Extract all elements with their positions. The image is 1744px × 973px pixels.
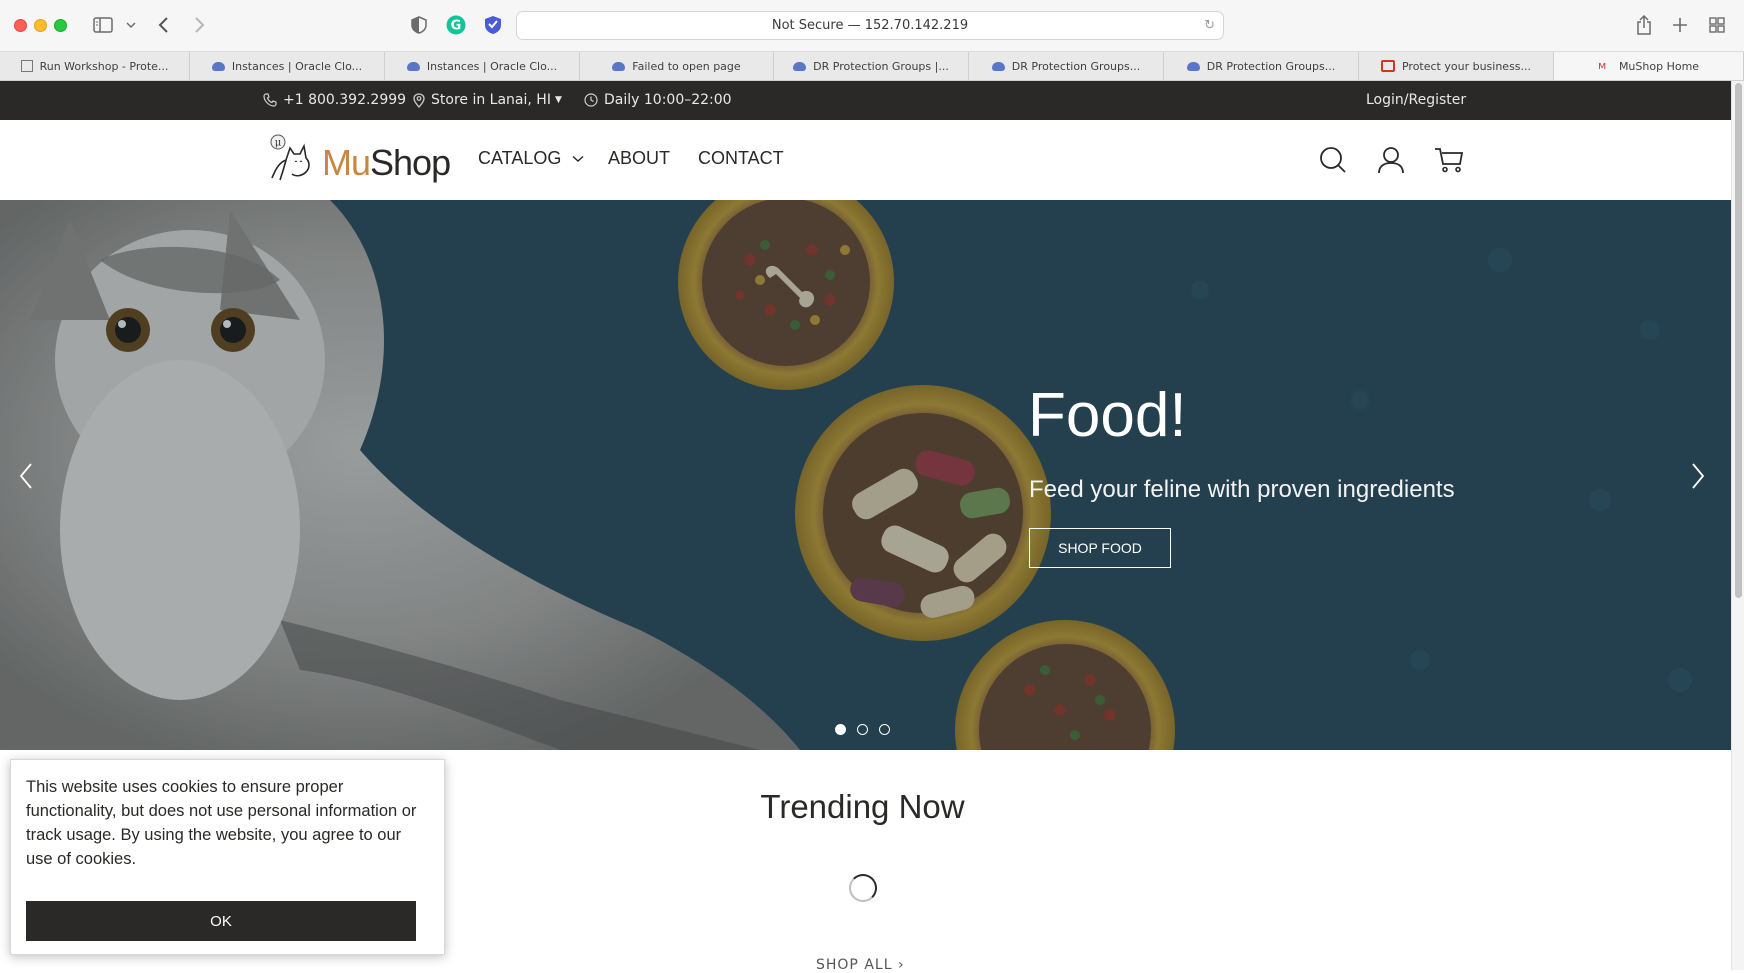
cat-logo-icon: μ (270, 134, 310, 181)
tab-protect-business[interactable]: Protect your business... (1359, 52, 1554, 80)
tab-failed-page[interactable]: Failed to open page (580, 52, 774, 80)
cookie-message: This website uses cookies to ensure prop… (26, 778, 417, 868)
tab-run-workshop[interactable]: Run Workshop - Prote... (0, 52, 190, 80)
scrollbar-thumb[interactable] (1735, 83, 1742, 598)
carousel-dot-2[interactable] (857, 724, 868, 735)
logo-mu-text: Mu (322, 142, 371, 183)
nav-about[interactable]: ABOUT (608, 148, 670, 169)
store-location: Store in Lanai, HI (431, 92, 551, 108)
cloud-icon (991, 61, 1005, 71)
new-tab-icon[interactable] (1670, 12, 1690, 38)
grammarly-icon[interactable]: G (445, 12, 467, 38)
logo-badge: μ (275, 138, 282, 149)
logo-shop-text: Shop (370, 142, 451, 183)
caret-down-icon: ▼ (554, 95, 562, 105)
carousel-next-icon[interactable] (1690, 462, 1706, 496)
tab-label: Instances | Oracle Clo... (231, 59, 363, 73)
cloud-icon (406, 61, 420, 71)
store-selector[interactable]: Store in Lanai, HI ▼ (413, 92, 562, 108)
hero-background-image (0, 200, 1731, 750)
shop-all-link[interactable]: SHOP ALL › (816, 957, 905, 973)
mushop-icon: ᴍ (1597, 59, 1607, 72)
shield-extension-icon[interactable] (482, 12, 504, 38)
cloud-icon (211, 61, 225, 71)
carousel-dot-3[interactable] (879, 724, 890, 735)
cart-icon[interactable] (1434, 146, 1464, 178)
cloud-icon (612, 61, 626, 71)
shop-food-button[interactable]: SHOP FOOD (1029, 528, 1171, 568)
tab-label: DR Protection Groups... (1011, 59, 1141, 73)
phone-number: +1 800.392.2999 (283, 92, 407, 108)
cloud-icon (1186, 61, 1200, 71)
chevron-down-icon (572, 156, 584, 163)
carousel-prev-icon[interactable] (18, 462, 34, 496)
page-scrollbar[interactable] (1731, 81, 1744, 970)
tab-instances-1[interactable]: Instances | Oracle Clo... (190, 52, 385, 80)
site-topbar: +1 800.392.2999 Store in Lanai, HI ▼ Dai… (0, 81, 1731, 120)
tab-dr-protection-2[interactable]: DR Protection Groups... (969, 52, 1164, 80)
cloud-icon (793, 61, 807, 71)
forward-icon[interactable] (191, 12, 207, 38)
share-icon[interactable] (1634, 12, 1654, 38)
tab-dr-protection-3[interactable]: DR Protection Groups... (1164, 52, 1359, 80)
tab-instances-2[interactable]: Instances | Oracle Clo... (385, 52, 580, 80)
location-pin-icon (413, 92, 425, 108)
clock-icon (584, 93, 598, 107)
chevron-down-icon[interactable] (124, 12, 138, 38)
login-register-link[interactable]: Login/Register (1366, 92, 1466, 108)
back-icon[interactable] (156, 12, 172, 38)
shield-icon[interactable] (409, 12, 429, 38)
tab-label: Run Workshop - Prote... (39, 59, 169, 73)
oracle-icon (1380, 60, 1395, 72)
tab-bar: Run Workshop - Prote... Instances | Orac… (0, 52, 1744, 81)
browser-toolbar: G Not Secure — 152.70.142.219 ↻ (0, 0, 1744, 52)
carousel-dot-1[interactable] (835, 724, 846, 735)
sidebar-toggle-icon[interactable] (92, 12, 114, 38)
tab-label: Instances | Oracle Clo... (426, 59, 558, 73)
tab-label: Protect your business... (1401, 59, 1532, 73)
login-register-label: Login/Register (1366, 92, 1467, 108)
hero-carousel: Food! Feed your feline with proven ingre… (0, 200, 1731, 750)
loading-spinner-icon (849, 874, 877, 902)
phone-info[interactable]: +1 800.392.2999 (263, 92, 406, 108)
search-icon[interactable] (1319, 146, 1347, 178)
tab-label: MuShop Home (1618, 59, 1700, 73)
tab-overview-icon[interactable] (1707, 12, 1727, 38)
image-icon (20, 60, 33, 72)
nav-catalog-label: CATALOG (478, 148, 562, 168)
mushop-logo[interactable]: μ Mu Shop (266, 134, 451, 184)
reload-icon[interactable]: ↻ (1204, 18, 1215, 33)
store-hours: Daily 10:00–22:00 (584, 92, 732, 108)
tab-dr-protection-1[interactable]: DR Protection Groups |... (774, 52, 969, 80)
minimize-window-button[interactable] (34, 19, 47, 32)
tab-label: DR Protection Groups |... (813, 59, 949, 73)
hero-subtitle: Feed your feline with proven ingredients (1029, 476, 1455, 503)
url-text: Not Secure — 152.70.142.219 (771, 18, 969, 33)
cookie-ok-button[interactable]: OK (26, 901, 416, 941)
user-account-icon[interactable] (1377, 146, 1405, 178)
close-window-button[interactable] (14, 19, 27, 32)
hours-text: Daily 10:00–22:00 (604, 92, 732, 108)
cookie-consent-popup: This website uses cookies to ensure prop… (10, 759, 445, 955)
chevron-right-icon: › (897, 957, 905, 973)
tab-label: DR Protection Groups... (1206, 59, 1336, 73)
phone-icon (263, 93, 277, 107)
address-bar[interactable]: Not Secure — 152.70.142.219 ↻ (516, 11, 1224, 40)
tab-label: Failed to open page (632, 59, 741, 73)
site-header: μ Mu Shop CATALOG ABOUT CONTACT (0, 120, 1731, 200)
nav-contact[interactable]: CONTACT (698, 148, 784, 169)
zoom-window-button[interactable] (54, 19, 67, 32)
shop-all-label: SHOP ALL (816, 957, 893, 973)
tab-mushop-home[interactable]: ᴍ MuShop Home (1554, 52, 1744, 80)
hero-title: Food! (1028, 381, 1187, 450)
svg-text:G: G (451, 19, 462, 34)
nav-catalog[interactable]: CATALOG (478, 148, 584, 169)
